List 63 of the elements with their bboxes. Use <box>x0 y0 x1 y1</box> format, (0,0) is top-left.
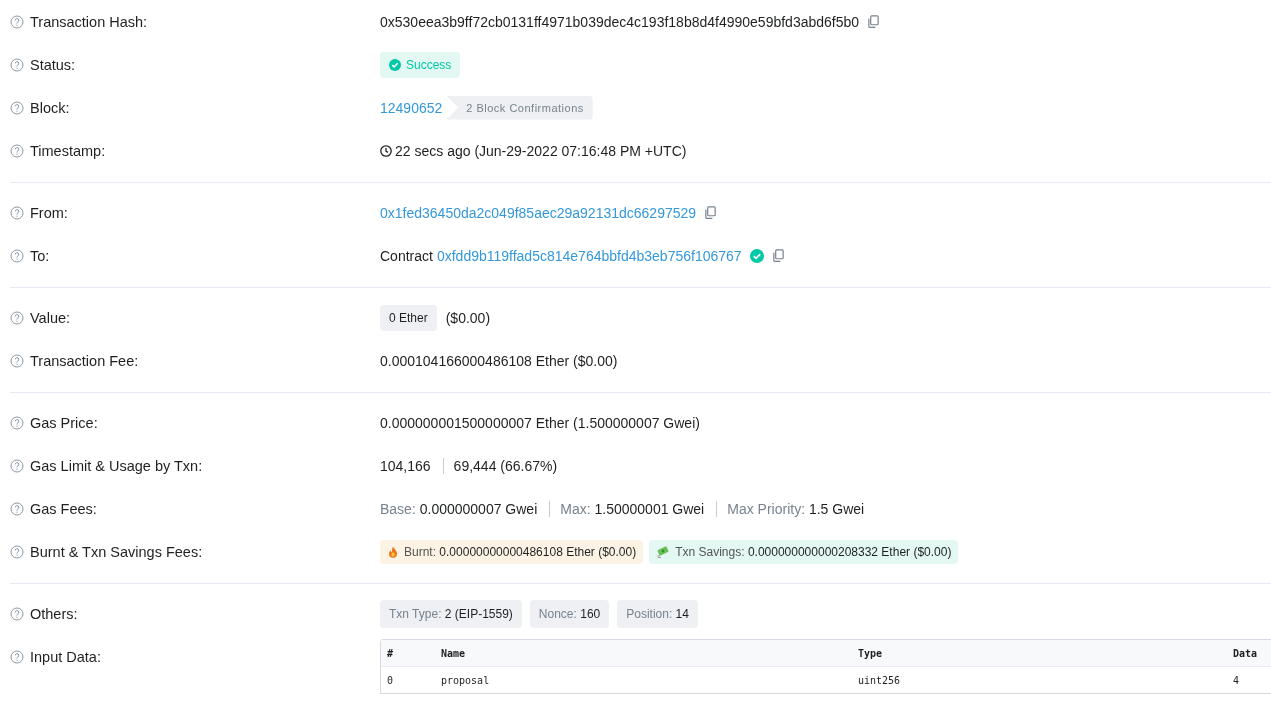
value-text: 0.000000001500000007 Ether (1.500000007 Gwei) <box>380 414 700 431</box>
help-icon[interactable] <box>10 310 24 325</box>
help-icon[interactable] <box>10 100 24 115</box>
block-link[interactable]: 12490652 <box>380 99 443 116</box>
table-cell-text: 4 <box>1232 674 1240 686</box>
gas-value: 69,444 (66.67%) <box>442 457 558 474</box>
table-cell-text: uint256 <box>857 674 902 686</box>
help-icon[interactable] <box>10 205 24 220</box>
gas-fee: Max Priority: 1.5 Gwei <box>716 500 865 517</box>
field-label: Others: <box>30 605 78 622</box>
field-label: Input Data: <box>30 649 101 665</box>
table-cell-text: proposal <box>440 674 491 686</box>
fee-text: Burnt: 0.00000000000486108 Ether ($0.00) <box>404 544 637 559</box>
fee-text: Txn Savings: 0.000000000000208332 Ether ($0.00) <box>675 544 952 559</box>
contract-link[interactable]: 0xfdd9b119ffad5c814e764bbfd4b3eb756f106767 <box>436 247 742 264</box>
timestamp-text: 22 secs ago (Jun-29-2022 07:16:48 PM +UTC) <box>395 142 687 159</box>
amount-badge: 0 Ether <box>380 304 437 331</box>
field-label: From: <box>30 204 68 221</box>
help-icon[interactable] <box>10 501 24 516</box>
help-icon[interactable] <box>10 415 24 430</box>
flame-icon <box>387 545 399 558</box>
table-cell-text: 0 <box>386 674 395 686</box>
field-label: Status: <box>30 56 76 73</box>
info-tag: Position: 14 <box>617 599 698 628</box>
contract-label: Contract <box>380 247 433 264</box>
column-header: Type <box>857 647 884 659</box>
help-icon[interactable] <box>10 458 24 473</box>
help-icon[interactable] <box>10 143 24 158</box>
address-link[interactable]: 0x1fed36450da2c049f85aec29a92131dc66297529 <box>380 204 697 221</box>
field-label: Gas Price: <box>30 414 98 431</box>
field-label: Burnt & Txn Savings Fees: <box>30 543 203 560</box>
field-label: Gas Limit & Usage by Txn: <box>30 457 203 474</box>
copy-icon[interactable] <box>867 15 881 28</box>
help-icon[interactable] <box>10 14 24 29</box>
info-tag: Nonce: 160 <box>529 599 610 628</box>
value-text: 0.000104166000486108 Ether ($0.00) <box>380 352 618 369</box>
gas-fee: Max: 1.50000001 Gwei <box>549 500 705 517</box>
help-icon[interactable] <box>10 544 24 559</box>
copy-icon[interactable] <box>771 249 785 262</box>
help-icon[interactable] <box>10 606 24 621</box>
column-header: Name <box>440 647 467 659</box>
column-header: # <box>386 647 395 659</box>
help-icon[interactable] <box>10 353 24 368</box>
help-icon[interactable] <box>10 57 24 72</box>
field-label: Timestamp: <box>30 142 106 159</box>
field-label: Transaction Hash: <box>30 13 148 30</box>
info-tag: Txn Type: 2 (EIP-1559) <box>380 599 522 628</box>
gas-fee: Base: 0.000000007 Gwei <box>380 500 538 517</box>
copy-icon[interactable] <box>704 206 718 219</box>
field-label: Value: <box>30 309 71 326</box>
transaction-hash: 0x530eea3b9ff72cb0131ff4971b039dec4c193f18b8d4f4990e59bfd3abd6f5b0 <box>380 13 860 30</box>
clock-icon <box>380 144 392 157</box>
column-header: Data <box>1232 647 1258 659</box>
field-label: Gas Fees: <box>30 500 97 517</box>
field-label: Block: <box>30 99 70 116</box>
usd-value: ($0.00) <box>445 309 491 326</box>
status-badge: Success <box>380 51 461 78</box>
field-label: To: <box>30 247 50 264</box>
confirmations-badge: 2 Block Confirmations <box>446 95 593 120</box>
help-icon[interactable] <box>10 650 24 664</box>
help-icon[interactable] <box>10 248 24 263</box>
field-label: Transaction Fee: <box>30 352 139 369</box>
gas-value: 104,166 <box>380 457 431 474</box>
